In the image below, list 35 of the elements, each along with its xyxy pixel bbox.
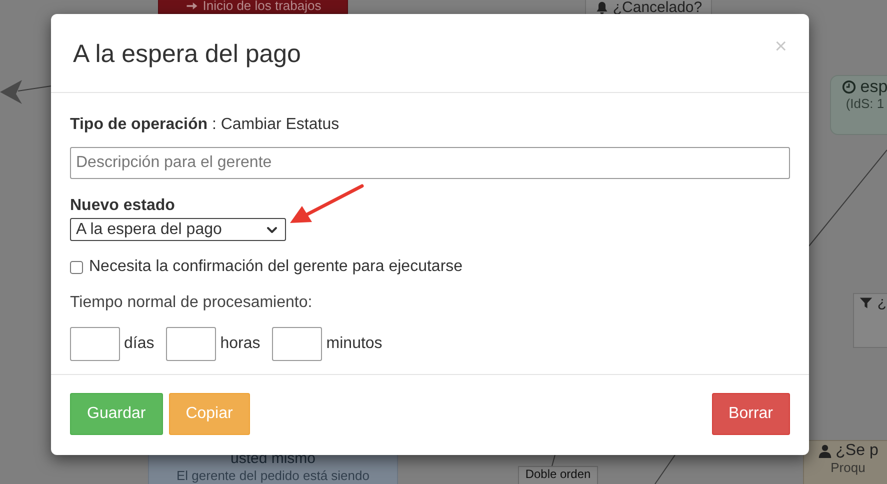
- action-button[interactable]: Borrar: [712, 393, 790, 435]
- user-icon: [818, 444, 832, 458]
- action-button[interactable]: Guardar: [70, 393, 163, 435]
- description-field[interactable]: Descripción para el gerente: [70, 147, 790, 179]
- node-text: Inicio de los trabajos: [202, 0, 322, 13]
- time-field[interactable]: [272, 327, 322, 361]
- node-text: usted mismo: [230, 450, 316, 469]
- state-dropdown[interactable]: A la espera del pago: [70, 218, 286, 241]
- node-text: ¿Se p: [836, 441, 878, 461]
- node-text: Doble orden: [525, 467, 591, 482]
- time-field[interactable]: [166, 327, 216, 361]
- clock-icon: [842, 80, 856, 94]
- time-unit: días: [124, 334, 154, 354]
- node-text: Proqu: [830, 461, 866, 475]
- node-text: (IdS: 1: [846, 97, 884, 112]
- confirmation-checkbox[interactable]: [70, 260, 83, 274]
- connector-line: [654, 454, 676, 484]
- node-text: ¿: [877, 294, 887, 313]
- time-unit: minutos: [326, 334, 382, 354]
- connector-arrow: [0, 80, 52, 104]
- filter-icon: [859, 296, 874, 310]
- time-field[interactable]: [70, 327, 120, 361]
- node-text: El gerente del pedido está siendo: [176, 468, 370, 483]
- confirmation-label: Necesita la confirmación del gerente para ejecutarse: [89, 257, 463, 277]
- modal-title: A la espera del pago: [73, 39, 301, 70]
- connector-line: [552, 454, 556, 466]
- node-text: ¿Cancelado?: [612, 0, 702, 17]
- processing-time-label: Tiempo normal de procesamiento:: [70, 293, 314, 313]
- close-button[interactable]: ×: [774, 36, 787, 57]
- state-label: Nuevo estado: [70, 196, 176, 216]
- bell-icon: [594, 1, 609, 16]
- operation-type-text: Tipo de operación : Cambiar Estatus: [70, 115, 340, 135]
- node-text: esp: [860, 76, 887, 98]
- time-unit: horas: [220, 334, 260, 354]
- action-button[interactable]: Copiar: [168, 393, 250, 435]
